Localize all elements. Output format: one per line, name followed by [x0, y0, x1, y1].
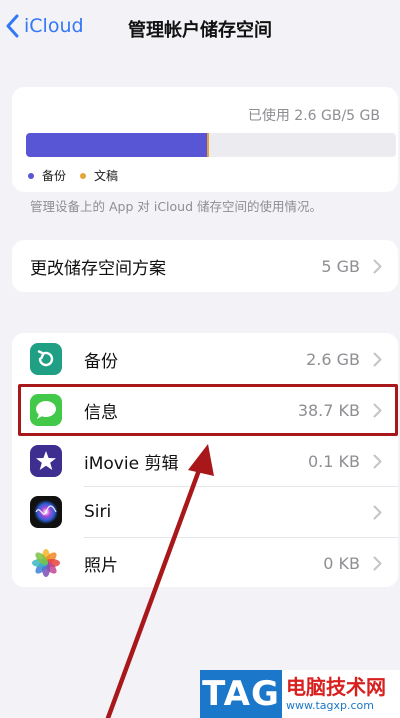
app-name: 备份 [84, 351, 118, 372]
app-size: 0.1 KB [308, 451, 360, 471]
watermark: TAG 电脑技术网 www.tagxp.com [200, 670, 400, 718]
watermark-site-name: 电脑技术网 [286, 675, 386, 699]
page-title: 管理帐户储存空间 [128, 20, 272, 41]
list-item-siri[interactable]: Siri [12, 487, 398, 537]
highlight-box [18, 384, 398, 436]
app-size: 0 KB [323, 553, 360, 573]
chevron-right-icon [373, 505, 382, 519]
legend-item-backup: 备份 [28, 167, 66, 184]
watermark-url: www.tagxp.com [286, 699, 374, 712]
imovie-icon [30, 445, 62, 477]
app-storage-list: 备份 2.6 GB 信息 38.7 KB iMovie 剪辑 0.1 KB Si… [12, 333, 398, 587]
legend-item-documents: 文稿 [80, 167, 118, 184]
legend-label-backup: 备份 [42, 169, 67, 183]
list-item-imovie[interactable]: iMovie 剪辑 0.1 KB [12, 436, 398, 486]
list-item-photos[interactable]: 照片 0 KB [12, 538, 398, 588]
legend-label-documents: 文稿 [94, 169, 119, 183]
change-plan-label: 更改储存空间方案 [30, 258, 166, 279]
watermark-logo: TAG [200, 670, 282, 718]
storage-bar-documents [207, 133, 210, 157]
watermark-text: 电脑技术网 www.tagxp.com [286, 675, 386, 713]
storage-footnote: 管理设备上的 App 对 iCloud 储存空间的使用情况。 [30, 199, 322, 214]
siri-icon [30, 496, 62, 528]
app-size: 2.6 GB [306, 349, 360, 369]
legend-dot-documents [80, 172, 87, 179]
legend-dot-backup [28, 172, 34, 179]
storage-legend: 备份 文稿 [28, 167, 132, 184]
storage-bar-backup [26, 133, 208, 157]
nav-bar: iCloud 管理帐户储存空间 [0, 0, 400, 58]
chevron-right-icon [373, 556, 382, 570]
storage-usage-card: 已使用 2.6 GB/5 GB 备份 文稿 [12, 87, 398, 192]
change-plan-row[interactable]: 更改储存空间方案 5 GB [12, 241, 398, 291]
photos-icon [30, 547, 62, 579]
app-name: Siri [84, 502, 112, 522]
change-plan-value: 5 GB [321, 256, 360, 276]
change-plan-card: 更改储存空间方案 5 GB [12, 240, 398, 292]
chevron-right-icon [373, 352, 382, 366]
list-item-backup[interactable]: 备份 2.6 GB [12, 334, 398, 384]
chevron-right-icon [373, 454, 382, 468]
storage-bar [26, 133, 396, 157]
storage-used-text: 已使用 2.6 GB/5 GB [247, 108, 380, 124]
backup-icon [30, 343, 62, 375]
app-name: iMovie 剪辑 [84, 453, 179, 474]
app-name: 照片 [84, 555, 118, 576]
chevron-right-icon [373, 259, 382, 273]
